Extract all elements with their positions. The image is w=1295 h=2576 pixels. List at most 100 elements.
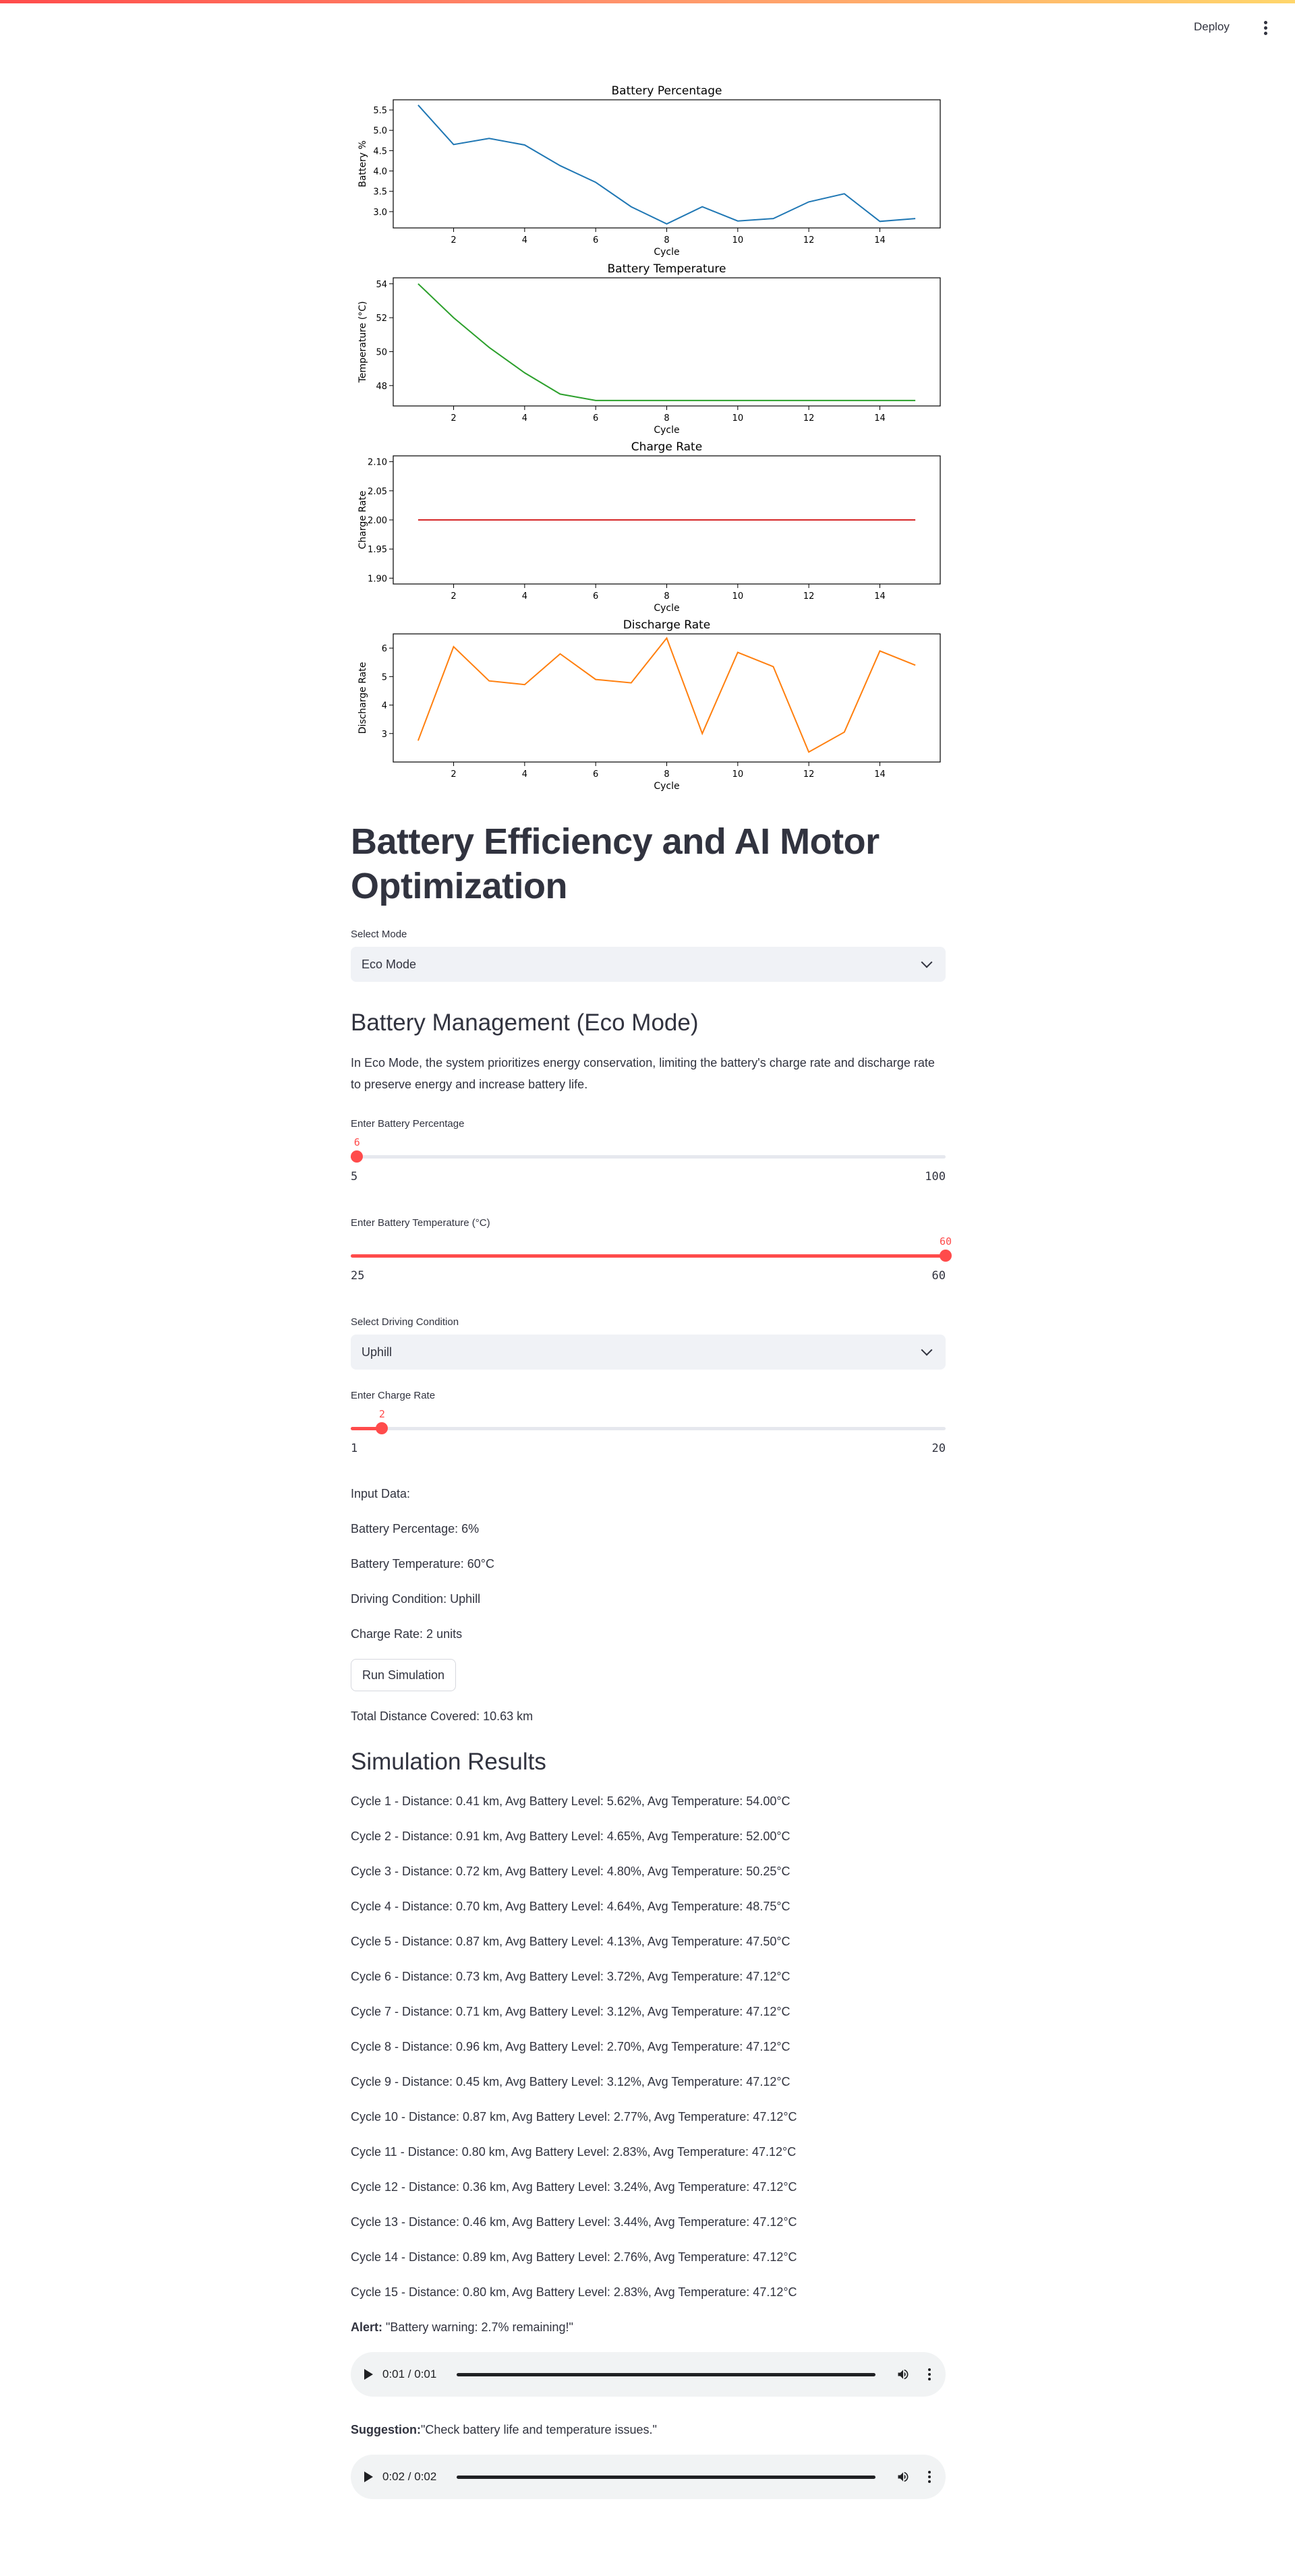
x-tick-label: 8 xyxy=(664,591,669,602)
x-tick-label: 10 xyxy=(732,235,744,245)
play-icon[interactable] xyxy=(364,2369,373,2380)
x-tick-label: 14 xyxy=(874,413,886,423)
x-tick-label: 12 xyxy=(803,591,815,602)
chart-title: Discharge Rate xyxy=(623,618,711,632)
alert-text: Alert: "Battery warning: 2.7% remaining!… xyxy=(351,2317,946,2337)
mode-label: Select Mode xyxy=(351,929,407,940)
y-tick-label: 54 xyxy=(376,280,387,290)
slider-thumb[interactable] xyxy=(376,1422,388,1434)
alert-label: Alert: xyxy=(351,2320,383,2334)
charge-rate-slider[interactable]: 2 1 20 xyxy=(351,1408,946,1463)
x-tick-label: 14 xyxy=(874,235,886,245)
results-list: Cycle 1 - Distance: 0.41 km, Avg Battery… xyxy=(351,1791,946,2302)
x-tick-label: 12 xyxy=(803,769,815,780)
audio-player-suggestion[interactable]: 0:02 / 0:02 xyxy=(351,2455,946,2499)
slider-track[interactable] xyxy=(351,1150,946,1163)
slider-min: 25 xyxy=(351,1269,365,1283)
total-distance: Total Distance Covered: 10.63 km xyxy=(351,1709,534,1723)
y-tick-label: 48 xyxy=(376,382,387,392)
chart-svg: Battery Percentage 2 4 6 8 10 12 14 3.0 3.5 4.0 4.5… xyxy=(357,84,941,258)
result-row: Cycle 8 - Distance: 0.96 km, Avg Battery… xyxy=(351,2040,790,2053)
more-icon[interactable] xyxy=(928,2469,932,2485)
slider-track[interactable] xyxy=(351,1250,952,1262)
chart-frame xyxy=(393,633,941,763)
volume-icon[interactable] xyxy=(896,2470,911,2484)
result-row: Cycle 13 - Distance: 0.46 km, Avg Batter… xyxy=(351,2215,797,2229)
result-row: Cycle 7 - Distance: 0.71 km, Avg Battery… xyxy=(351,2005,790,2018)
charge-rate-label: Enter Charge Rate xyxy=(351,1390,436,1401)
y-tick-label: 1.90 xyxy=(368,574,387,584)
results-title: Simulation Results xyxy=(351,1749,546,1775)
x-tick-label: 10 xyxy=(732,591,744,602)
slider-min: 5 xyxy=(351,1170,358,1183)
input-line: Driving Condition: Uphill xyxy=(351,1592,481,1606)
driving-condition-label: Select Driving Condition xyxy=(351,1316,459,1328)
play-icon[interactable] xyxy=(364,2471,373,2482)
slider-min: 1 xyxy=(351,1442,358,1455)
run-simulation-button[interactable]: Run Simulation xyxy=(351,1659,457,1691)
x-tick-label: 10 xyxy=(732,769,744,780)
slider-max: 100 xyxy=(925,1170,946,1183)
result-row: Cycle 11 - Distance: 0.80 km, Avg Batter… xyxy=(351,2145,797,2159)
chevron-down-icon xyxy=(921,956,933,968)
menu-icon[interactable] xyxy=(1259,19,1272,36)
battery-temperature-slider[interactable]: 60 25 60 xyxy=(351,1235,952,1291)
x-tick-label: 2 xyxy=(451,769,456,780)
y-tick-label: 52 xyxy=(376,314,387,324)
y-tick-label: 5.5 xyxy=(373,106,387,116)
input-line: Battery Percentage: 6% xyxy=(351,1522,480,1535)
x-axis-label: Cycle xyxy=(654,247,679,258)
series-line xyxy=(418,283,916,401)
result-row: Cycle 1 - Distance: 0.41 km, Avg Battery… xyxy=(351,1794,790,1808)
chart-title: Battery Percentage xyxy=(612,84,722,98)
x-axis-label: Cycle xyxy=(654,603,679,614)
suggestion-label: Suggestion: xyxy=(351,2423,421,2436)
battery-percentage-slider[interactable]: 6 5 100 xyxy=(351,1136,946,1192)
chart-battery-percentage: Battery Percentage 2 4 6 8 10 12 14 3.0 3.5 4.0 4.5… xyxy=(351,81,944,259)
chart-battery-temperature: Battery Temperature 2 4 6 8 10 12 14 48 50 52 54 Cyc… xyxy=(351,259,944,437)
suggestion-message: "Check battery life and temperature issu… xyxy=(421,2423,657,2436)
audio-time: 0:01 / 0:01 xyxy=(382,2368,437,2380)
x-tick-label: 8 xyxy=(664,769,669,780)
y-tick-label: 5 xyxy=(382,672,387,682)
chevron-down-icon xyxy=(921,1344,933,1356)
slider-fill xyxy=(351,1254,946,1258)
x-tick-label: 12 xyxy=(803,413,815,423)
driving-condition-value: Uphill xyxy=(362,1345,393,1359)
volume-icon[interactable] xyxy=(896,2368,911,2381)
input-data-header: Input Data: xyxy=(351,1487,411,1500)
more-icon[interactable] xyxy=(928,2366,932,2382)
y-tick-label: 5.0 xyxy=(373,126,387,136)
chart-charge-rate: Charge Rate 2 4 6 8 10 12 14 1.90 1.95 2.00 2.05 2.1… xyxy=(351,437,944,615)
slider-thumb[interactable] xyxy=(351,1150,364,1163)
mode-select[interactable]: Eco Mode xyxy=(351,947,946,982)
result-row: Cycle 12 - Distance: 0.36 km, Avg Batter… xyxy=(351,2180,797,2194)
x-tick-label: 8 xyxy=(664,413,669,423)
audio-player-alert[interactable]: 0:01 / 0:01 xyxy=(351,2352,946,2397)
chart-discharge-rate: Discharge Rate 2 4 6 8 10 12 14 3 4 5 6 Cycle Dischar… xyxy=(351,615,944,793)
slider-max: 20 xyxy=(931,1442,946,1455)
slider-track[interactable] xyxy=(351,1422,946,1434)
y-tick-label: 4.5 xyxy=(373,146,387,156)
y-tick-label: 2.00 xyxy=(368,516,387,526)
deploy-button[interactable]: Deploy xyxy=(1194,20,1230,34)
y-axis-label: Charge Rate xyxy=(357,491,368,550)
input-line: Battery Temperature: 60°C xyxy=(351,1557,494,1571)
chart-svg: Discharge Rate 2 4 6 8 10 12 14 3 4 5 6 Cycle Dischar… xyxy=(357,618,941,792)
y-tick-label: 1.95 xyxy=(368,545,387,555)
slider-value: 2 xyxy=(378,1408,385,1420)
y-tick-label: 3 xyxy=(382,730,387,740)
result-row: Cycle 5 - Distance: 0.87 km, Avg Battery… xyxy=(351,1935,790,1948)
suggestion-text: Suggestion:"Check battery life and tempe… xyxy=(351,2420,946,2440)
y-tick-label: 3.5 xyxy=(373,187,387,198)
chart-frame xyxy=(393,277,941,407)
alert-message: "Battery warning: 2.7% remaining!" xyxy=(382,2320,573,2334)
y-tick-label: 2.10 xyxy=(368,458,387,468)
driving-condition-select[interactable]: Uphill xyxy=(351,1335,946,1370)
slider-thumb[interactable] xyxy=(940,1250,952,1262)
x-tick-label: 6 xyxy=(593,769,598,780)
mode-select-value: Eco Mode xyxy=(362,957,417,971)
audio-progress[interactable] xyxy=(457,2372,875,2376)
slider-max: 60 xyxy=(931,1269,946,1283)
audio-progress[interactable] xyxy=(457,2475,875,2479)
